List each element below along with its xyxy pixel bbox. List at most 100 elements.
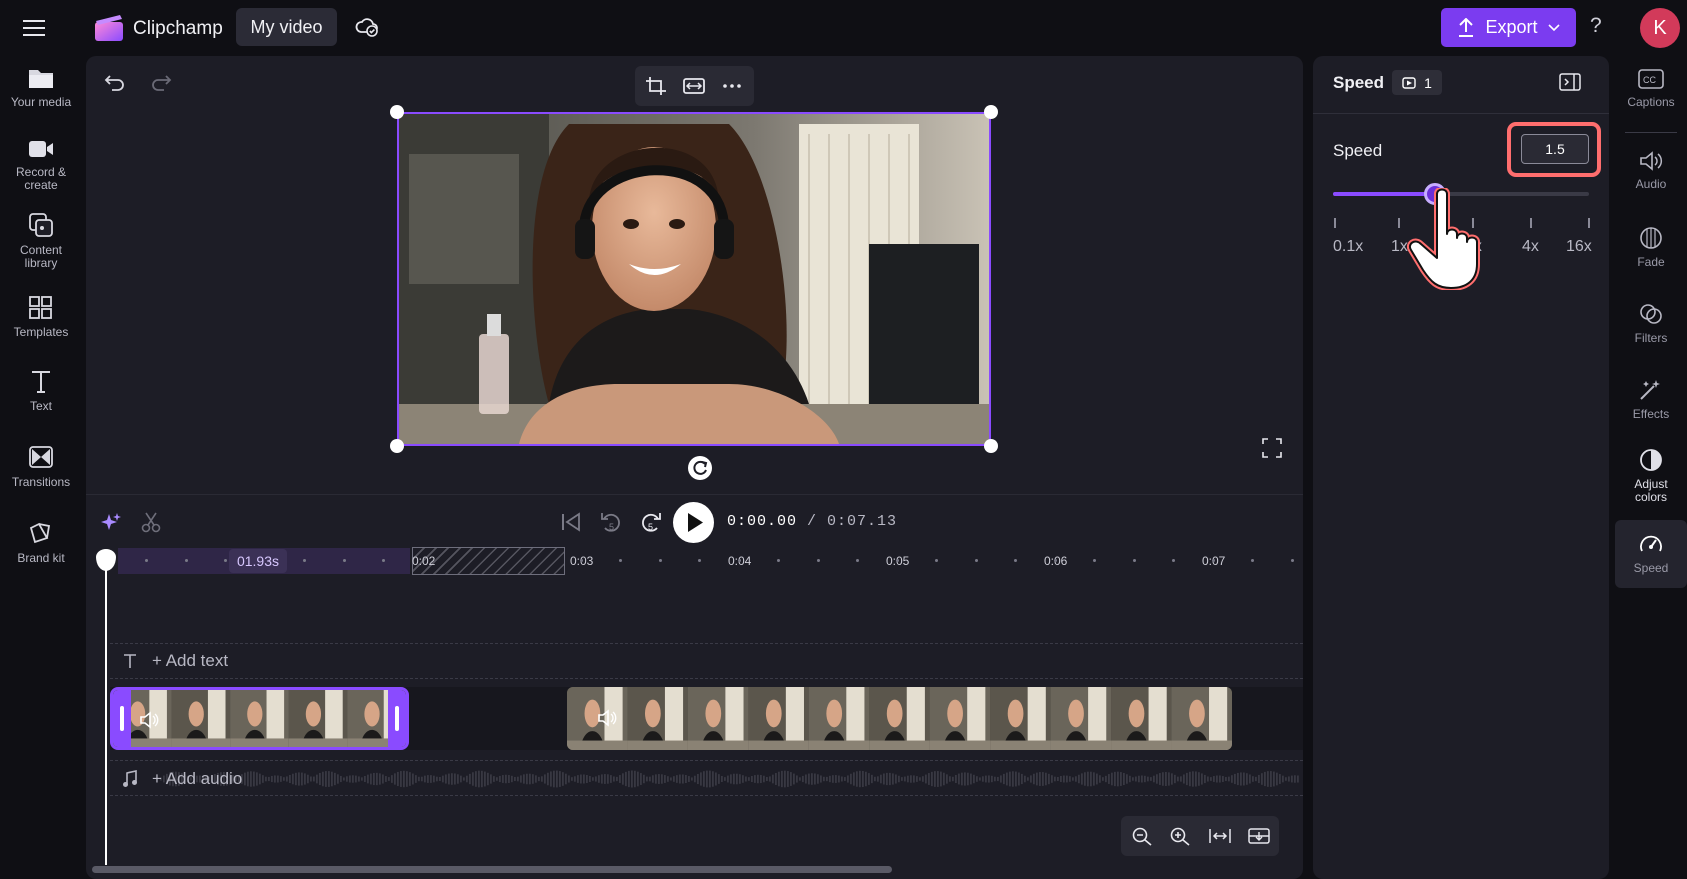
- timeline-scrollbar[interactable]: [92, 866, 892, 873]
- nav-content-library[interactable]: Content library: [0, 212, 82, 270]
- waveform-bar: [652, 775, 654, 783]
- add-text-track[interactable]: + Add text: [122, 651, 228, 671]
- nav-label: Transitions: [11, 475, 71, 489]
- resize-handle-top-left[interactable]: [390, 105, 404, 119]
- resize-handle-bottom-right[interactable]: [984, 439, 998, 453]
- playhead-line[interactable]: [105, 560, 107, 865]
- nav-brand-kit[interactable]: Brand kit: [0, 520, 82, 565]
- transitions-icon: [29, 446, 53, 468]
- nav-transitions[interactable]: Transitions: [0, 444, 82, 489]
- waveform-bar: [373, 772, 375, 786]
- text-icon: [32, 371, 50, 393]
- speed-panel: [1313, 56, 1609, 879]
- undo-icon[interactable]: [104, 72, 126, 92]
- video-preview[interactable]: [397, 112, 991, 446]
- waveform-bar: [1195, 771, 1197, 787]
- add-audio-track[interactable]: + Add audio: [122, 769, 242, 789]
- rail-effects[interactable]: Effects: [1615, 378, 1687, 421]
- help-button[interactable]: ?: [1590, 14, 1602, 38]
- zoom-in-icon[interactable]: [1169, 826, 1191, 846]
- templates-icon: [29, 296, 52, 319]
- waveform-bar: [397, 771, 399, 787]
- split-scissors-icon: [140, 511, 162, 533]
- rail-filters[interactable]: Filters: [1615, 302, 1687, 345]
- clip-trim-handle-right[interactable]: [388, 690, 406, 747]
- rail-label: Filters: [1634, 331, 1668, 345]
- more-options-icon[interactable]: [721, 76, 743, 96]
- volume-icon[interactable]: [139, 711, 159, 729]
- rail-fade[interactable]: Fade: [1615, 226, 1687, 269]
- thumbnail-frame-part: [1148, 687, 1167, 750]
- thumbnail-frame-part: [644, 699, 661, 728]
- waveform-bar: [619, 775, 621, 783]
- nav-record-create[interactable]: Record & create: [0, 138, 82, 192]
- ruler-dot: [1133, 559, 1136, 562]
- video-clip-2[interactable]: [567, 687, 1232, 750]
- waveform-bar: [253, 771, 255, 787]
- rail-adjust-colors[interactable]: Adjust colors: [1615, 448, 1687, 504]
- play-button[interactable]: [673, 502, 714, 543]
- thumbnail-frame-part: [364, 701, 380, 727]
- thumbnail-frame-part: [826, 699, 843, 728]
- waveform-bar: [1207, 776, 1209, 782]
- total-duration: / 0:07.13: [807, 513, 898, 530]
- waveform-bar: [964, 772, 966, 786]
- waveform-bar: [730, 774, 732, 784]
- menu-icon[interactable]: [20, 16, 50, 40]
- waveform-bar: [298, 772, 300, 786]
- timeline-view-icon[interactable]: [1248, 826, 1270, 846]
- waveform-bar: [586, 775, 588, 783]
- fit-timeline-icon[interactable]: [1209, 826, 1231, 846]
- waveform-bar: [910, 775, 912, 783]
- ruler-dot: [896, 559, 899, 562]
- waveform-bar: [1189, 771, 1191, 787]
- rotate-icon[interactable]: [688, 456, 712, 480]
- waveform-bar: [805, 774, 807, 784]
- project-title-tab[interactable]: My video: [236, 8, 337, 46]
- rail-audio[interactable]: Audio: [1615, 150, 1687, 191]
- skip-to-start-icon[interactable]: [560, 512, 582, 532]
- rewind-5-icon: 5: [598, 509, 624, 535]
- waveform-bar: [871, 774, 873, 784]
- nav-text[interactable]: Text: [0, 368, 82, 413]
- export-button[interactable]: Export: [1441, 8, 1576, 47]
- waveform-bar: [421, 776, 423, 782]
- speed-value-input[interactable]: [1521, 134, 1589, 164]
- cloud-saved-icon[interactable]: [355, 16, 379, 38]
- waveform-bar: [1294, 775, 1296, 783]
- fit-icon[interactable]: [683, 76, 705, 96]
- waveform-bar: [541, 776, 543, 782]
- magic-sparkle-icon[interactable]: [100, 511, 122, 533]
- resize-handle-bottom-left[interactable]: [390, 439, 404, 453]
- nav-label: Templates: [13, 325, 69, 339]
- user-avatar[interactable]: K: [1640, 8, 1680, 48]
- rail-speed[interactable]: Speed: [1615, 520, 1687, 588]
- waveform-bar: [322, 771, 324, 787]
- fullscreen-icon[interactable]: [1262, 438, 1282, 458]
- crop-icon[interactable]: [645, 76, 667, 96]
- waveform-bar: [994, 776, 996, 782]
- nav-templates[interactable]: Templates: [0, 294, 82, 339]
- volume-icon[interactable]: [597, 709, 617, 727]
- waveform-bar: [1192, 771, 1194, 787]
- ruler-dot: [303, 559, 306, 562]
- clip-trim-handle-left[interactable]: [113, 690, 131, 747]
- video-clip-1[interactable]: [110, 687, 409, 750]
- waveform-bar: [514, 776, 516, 782]
- thumbnail-frame-part: [1088, 687, 1107, 750]
- nav-your-media[interactable]: Your media: [0, 66, 82, 109]
- resize-handle-top-right[interactable]: [984, 105, 998, 119]
- waveform-bar: [1042, 772, 1044, 786]
- svg-text:5: 5: [648, 522, 653, 532]
- nav-label-2: library: [24, 256, 58, 270]
- forward-5-icon[interactable]: 5: [638, 509, 664, 535]
- zoom-out-icon[interactable]: [1131, 826, 1153, 846]
- collapse-panel-icon[interactable]: [1559, 72, 1581, 92]
- rail-captions[interactable]: CC Captions: [1615, 68, 1687, 109]
- track-divider: [110, 678, 1303, 679]
- waveform-bar: [826, 776, 828, 782]
- waveform-bar: [517, 776, 519, 782]
- waveform-bar: [1045, 772, 1047, 786]
- waveform-bar: [415, 775, 417, 783]
- waveform-bar: [244, 772, 246, 786]
